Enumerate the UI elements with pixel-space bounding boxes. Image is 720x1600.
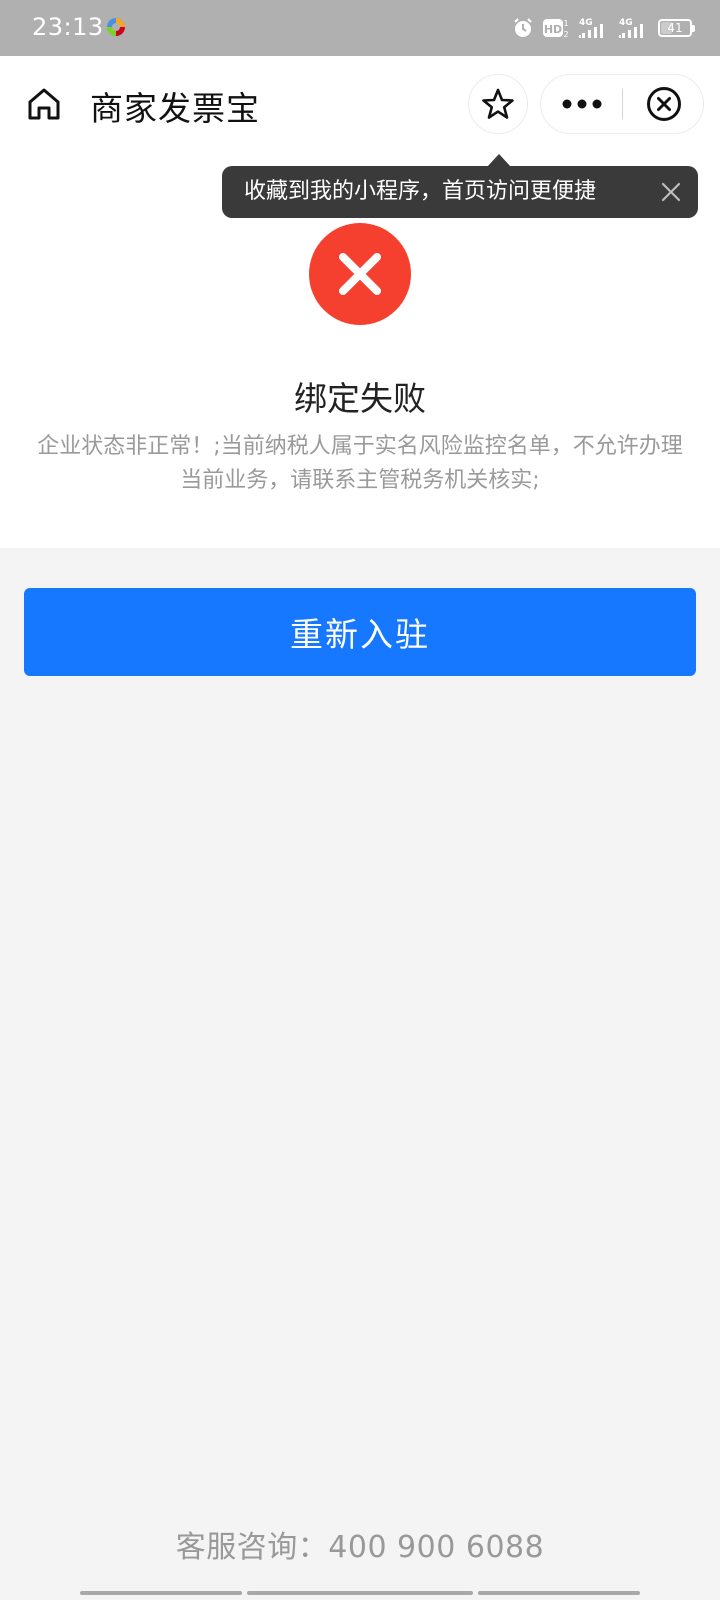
- svg-text:4G: 4G: [619, 18, 633, 28]
- alarm-icon: [514, 18, 532, 37]
- gesture-bar-left: [80, 1591, 242, 1595]
- close-circle-icon: [647, 87, 681, 121]
- status-icons: HD 1 2 4G 4G 41: [512, 14, 695, 42]
- home-icon: [28, 88, 60, 120]
- battery-level-text: 41: [667, 21, 683, 35]
- page-title: 商家发票宝: [90, 89, 260, 128]
- hd-icon: HD 1 2: [543, 19, 569, 39]
- svg-text:2: 2: [563, 30, 568, 39]
- favorite-button[interactable]: [468, 74, 528, 134]
- result-description: 企业状态非正常！;当前纳税人属于实名风险监控名单，不允许办理当前业务，请联系主管…: [37, 434, 683, 493]
- gesture-bar-right: [478, 1591, 640, 1595]
- close-icon: [661, 182, 681, 202]
- tooltip-close-button[interactable]: [658, 179, 684, 205]
- result-title: 绑定失败: [294, 379, 426, 418]
- status-time: 23:13: [32, 13, 104, 41]
- customer-service-hotline: 客服咨询：400 900 6088: [175, 1530, 545, 1565]
- star-icon: [482, 88, 514, 119]
- signal-4g-icon-2: 4G: [619, 18, 643, 38]
- fail-icon: [309, 223, 411, 325]
- more-icon: [562, 99, 602, 109]
- favorite-tooltip: 收藏到我的小程序，首页访问更便捷: [222, 166, 698, 218]
- gesture-bar-center: [247, 1591, 473, 1595]
- app-notification-icon: [107, 18, 125, 36]
- signal-4g-icon: 4G: [579, 18, 603, 38]
- nav-bar: 商家发票宝: [0, 56, 720, 152]
- close-miniprogram-button[interactable]: [623, 75, 705, 133]
- svg-text:HD: HD: [544, 23, 562, 36]
- home-button[interactable]: [22, 82, 66, 126]
- capsule-menu: [540, 74, 704, 134]
- more-button[interactable]: [541, 75, 623, 133]
- battery-icon: 41: [658, 19, 695, 37]
- svg-text:1: 1: [563, 19, 568, 28]
- tooltip-text: 收藏到我的小程序，首页访问更便捷: [244, 179, 597, 204]
- status-bar: 23:13 HD 1 2 4G 4G 41: [0, 0, 720, 56]
- svg-text:4G: 4G: [579, 18, 593, 28]
- retry-register-button[interactable]: 重新入驻: [24, 588, 696, 676]
